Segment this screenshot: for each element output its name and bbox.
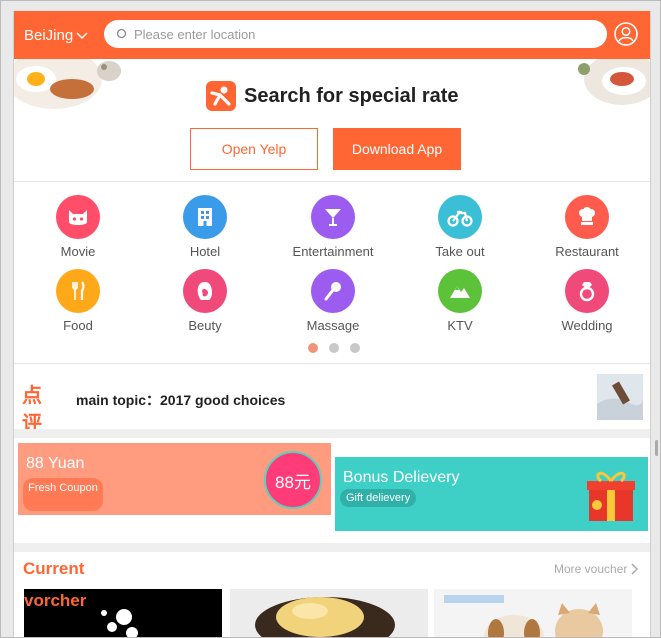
category-label: Take out [435, 244, 485, 259]
pets-image [444, 595, 603, 638]
yelp-logo-icon [206, 81, 236, 111]
search-box[interactable] [104, 20, 607, 48]
category-ktv[interactable]: KTV [405, 269, 515, 333]
app-frame: BeiJing Please enter location Search for… [13, 11, 651, 638]
category-label: Wedding [561, 318, 613, 333]
ring-icon [565, 269, 609, 313]
main-topic-text: main topic：2017 good choices [76, 392, 286, 408]
more-voucher-link[interactable]: More voucher [554, 562, 639, 576]
chevron-right-icon [631, 563, 639, 575]
gift-delivery-badge: Gift delievery [340, 489, 417, 507]
bonus-delivery-title: Bonus Delievery [343, 469, 460, 486]
fresh-coupon-badge: Fresh Coupon [23, 478, 103, 511]
category-grid: Movie Hotel Entertainment Take out Resta… [14, 181, 650, 363]
microphone-icon [311, 269, 355, 313]
category-label: KTV [447, 318, 473, 333]
woman-face-icon [183, 269, 227, 313]
page-dot[interactable] [350, 343, 360, 353]
category-label: Massage [306, 318, 360, 333]
promo-banner: Search for special rate Open Yelp Downlo… [14, 59, 650, 181]
category-label: Hotel [189, 244, 221, 259]
page-dot[interactable] [329, 343, 339, 353]
current-title: Current [23, 559, 85, 578]
category-massage[interactable]: Massage [278, 269, 388, 333]
section-divider [14, 543, 650, 552]
open-yelp-button[interactable]: Open Yelp [190, 128, 318, 170]
header-bar: BeiJing [14, 11, 650, 59]
gift-box-icon [587, 471, 635, 521]
category-label: Entertainment [292, 244, 374, 259]
hotel-icon [183, 195, 227, 239]
scrollbar[interactable] [655, 440, 658, 456]
section-divider [14, 429, 650, 438]
chef-icon [565, 195, 609, 239]
category-entertainment[interactable]: Entertainment [278, 195, 388, 259]
main-topic-row[interactable]: 点评 main topic：2017 good choices [14, 363, 650, 435]
city-label: BeiJing [24, 26, 74, 44]
promo-heading: Search for special rate [206, 81, 459, 111]
cocktail-icon [311, 195, 355, 239]
page-dot[interactable] [308, 343, 318, 353]
category-movie[interactable]: Movie [23, 195, 133, 259]
dianping-logo: 点评 [22, 385, 42, 435]
more-voucher-label: More voucher [554, 562, 628, 576]
category-food[interactable]: Food [23, 269, 133, 333]
download-app-button[interactable]: Download App [333, 128, 461, 170]
food-dish-image [578, 59, 650, 105]
coupon-section: 88 Yuan Fresh Coupon 88元 Bonus Delievery… [14, 438, 650, 543]
food-image [255, 597, 395, 638]
fresh-coupon-card[interactable]: 88 Yuan Fresh Coupon 88元 [18, 443, 331, 515]
bike-icon [438, 195, 482, 239]
search-input[interactable] [134, 26, 574, 42]
bonus-delivery-card[interactable]: Bonus Delievery Gift delievery [335, 457, 648, 531]
fork-knife-icon [56, 269, 100, 313]
user-icon[interactable] [614, 22, 638, 46]
chevron-down-icon [76, 32, 88, 39]
splash-image [101, 609, 138, 638]
category-beuty[interactable]: Beuty [150, 269, 260, 333]
mountain-icon [438, 269, 482, 313]
pet-thumbnail[interactable] [434, 589, 632, 638]
category-hotel[interactable]: Hotel [150, 195, 260, 259]
yuan-badge: 88元 [264, 451, 322, 509]
category-label: Movie [60, 244, 96, 259]
category-label: Restaurant [555, 244, 619, 259]
current-section: Current More voucher vorcher [14, 552, 650, 638]
cat-icon [56, 195, 100, 239]
category-restaurant[interactable]: Restaurant [532, 195, 642, 259]
search-icon [116, 28, 127, 39]
coupon-amount: 88 Yuan [26, 455, 85, 472]
food-thumbnail[interactable] [230, 589, 428, 638]
category-wedding[interactable]: Wedding [532, 269, 642, 333]
voucher-thumbnail[interactable]: vorcher [24, 589, 222, 638]
city-selector[interactable]: BeiJing [24, 27, 102, 44]
category-label: Food [63, 318, 93, 333]
category-take-out[interactable]: Take out [405, 195, 515, 259]
topic-thumbnail [597, 374, 643, 420]
food-plate-image [14, 59, 121, 109]
carousel-pagination [308, 343, 360, 353]
promo-title: Search for special rate [244, 84, 459, 107]
category-label: Beuty [188, 318, 222, 333]
